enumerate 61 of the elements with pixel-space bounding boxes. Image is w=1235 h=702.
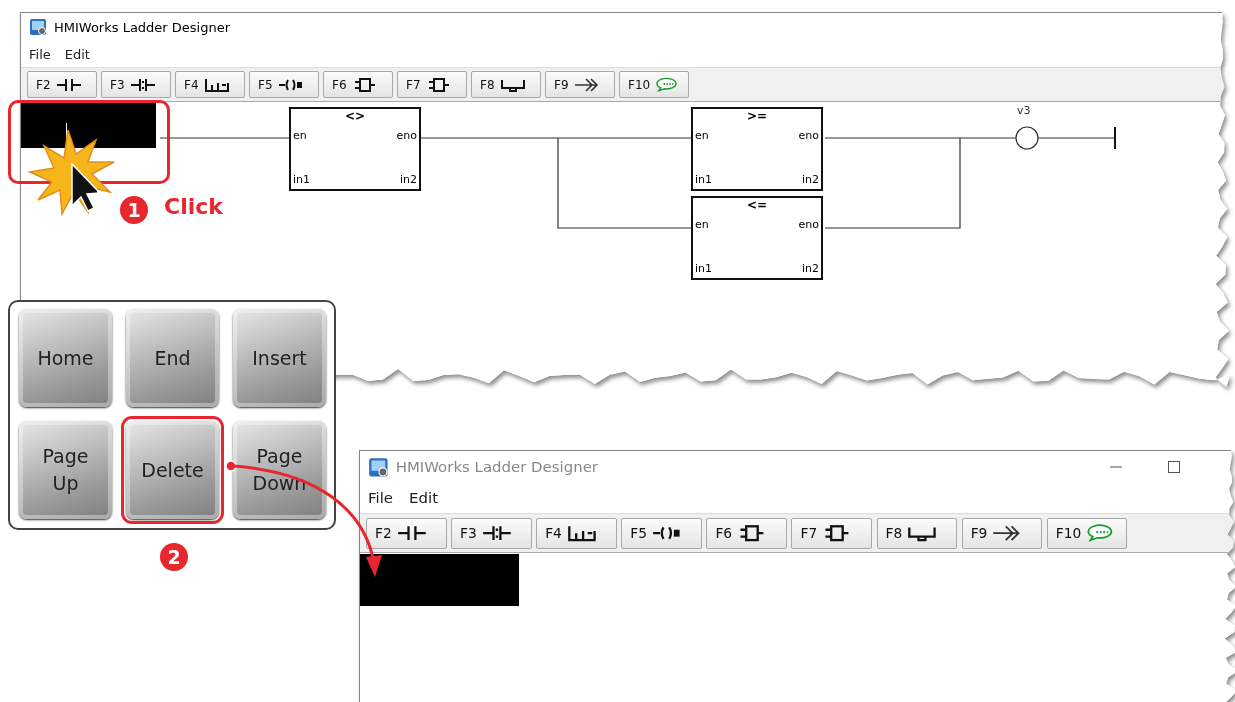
step-number: 2 <box>160 543 188 571</box>
toolbar-button[interactable]: F6 <box>706 517 787 549</box>
toolbar-button[interactable]: F5 <box>249 71 319 98</box>
toolbar-button[interactable]: F9 <box>545 71 615 98</box>
pin-label: in2 <box>801 173 819 187</box>
toolbar-button[interactable]: F5 <box>621 517 702 549</box>
toolbar-button[interactable]: F2 <box>366 517 447 549</box>
block-operator: <= <box>746 198 768 212</box>
pin-label: en <box>695 218 709 232</box>
block-operator: <> <box>344 109 366 123</box>
pin-label: en <box>695 129 709 143</box>
contact-icon <box>481 523 512 543</box>
maximize-icon[interactable] <box>1167 460 1181 475</box>
pin-label: en <box>293 129 307 143</box>
menu-item[interactable]: Edit <box>409 489 439 508</box>
toolbar-button[interactable]: F9 <box>961 517 1043 549</box>
menu-item[interactable]: Edit <box>64 46 90 62</box>
contact-icon <box>396 523 427 543</box>
toolbar-button[interactable]: F4 <box>175 71 245 98</box>
speech-bubble-icon <box>655 76 680 93</box>
function-block[interactable]: <= en eno in1 in2 <box>691 196 823 280</box>
contact-icon <box>129 76 156 93</box>
toolbar-button[interactable]: F4 <box>536 517 617 549</box>
app-icon <box>29 18 47 36</box>
toolbar-button[interactable]: F8 <box>876 517 958 549</box>
double-arrow-icon <box>573 76 600 93</box>
keyboard-key[interactable]: Delete <box>121 416 224 524</box>
power-rail <box>1114 127 1118 149</box>
toolbar-button[interactable]: F8 <box>471 71 541 98</box>
menu-item[interactable]: File <box>368 489 393 508</box>
branch-icon <box>566 523 597 543</box>
function-block[interactable]: <> en eno in1 in2 <box>289 107 421 191</box>
toolbar-button[interactable]: F3 <box>451 517 532 549</box>
toolbar-button[interactable]: F2 <box>27 71 97 98</box>
pin-label: in1 <box>293 173 311 187</box>
coil-label: v3 <box>1017 104 1031 117</box>
toolbar-button[interactable]: F10 <box>1046 517 1128 549</box>
toolbar-button[interactable]: F3 <box>101 71 171 98</box>
toolbar-button[interactable]: F6 <box>323 71 393 98</box>
coil-circle[interactable] <box>1015 126 1039 150</box>
selected-cell[interactable] <box>21 103 156 148</box>
pin-label: in2 <box>801 262 819 276</box>
branch-icon <box>203 76 230 93</box>
contact-icon <box>55 76 82 93</box>
window-title: HMIWorks Ladder Designer <box>395 458 598 477</box>
toolbar-button[interactable]: F10 <box>619 71 689 98</box>
menu-item[interactable]: File <box>29 46 51 62</box>
mouse-cursor-icon <box>71 163 97 213</box>
selected-cell[interactable] <box>360 554 519 606</box>
pin-label: eno <box>798 218 819 232</box>
step-caption: Click <box>164 194 223 219</box>
pin-label: in1 <box>695 262 713 276</box>
pin-label: eno <box>798 129 819 143</box>
app-icon <box>368 456 389 478</box>
window-title: HMIWorks Ladder Designer <box>54 19 231 35</box>
pin-label: in2 <box>399 173 417 187</box>
toolbar-button[interactable]: F7 <box>397 71 467 98</box>
toolbar-button[interactable]: F7 <box>791 517 872 549</box>
pin-label: eno <box>396 129 417 143</box>
pin-label: in1 <box>695 173 713 187</box>
block-operator: >= <box>746 109 768 123</box>
